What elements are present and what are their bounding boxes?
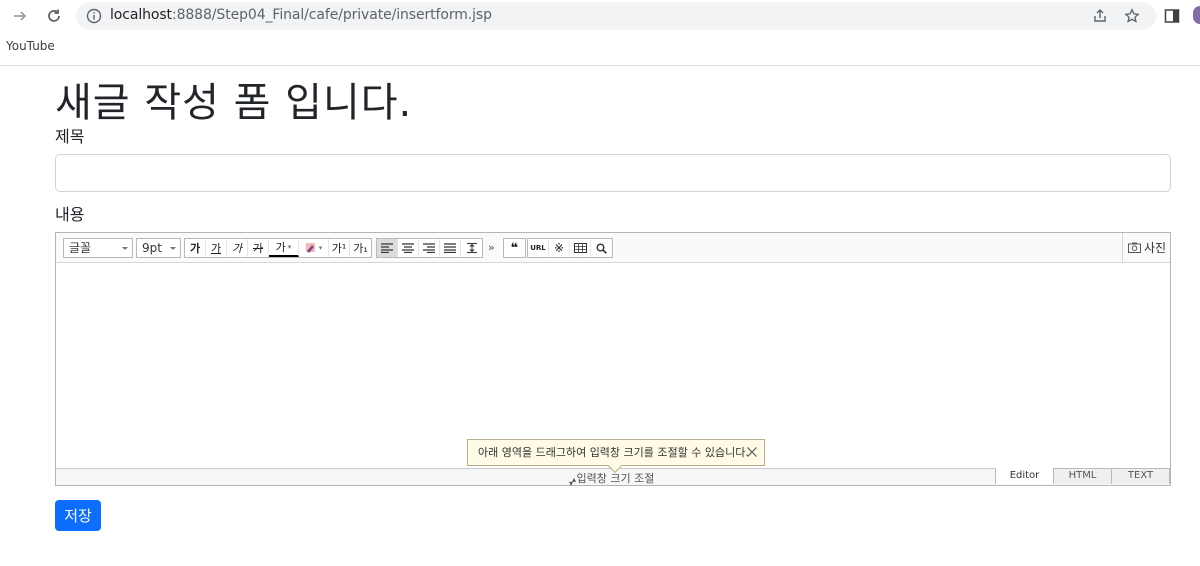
- content-label: 내용: [55, 205, 85, 224]
- tab-html[interactable]: HTML: [1053, 468, 1112, 484]
- photo-upload-button[interactable]: 사진: [1122, 233, 1170, 262]
- smart-editor: 글꼴 9pt 가 가 가 가 가 ▾ ▾ 가¹ 가₁ » ❝ URL ※ 사진 …: [55, 232, 1171, 488]
- editor-toolbar: 글꼴 9pt 가 가 가 가 가 ▾ ▾ 가¹ 가₁ » ❝ URL ※ 사진: [56, 233, 1170, 263]
- camera-icon: [1128, 242, 1141, 253]
- profile-avatar[interactable]: [1193, 6, 1200, 24]
- table-icon[interactable]: [570, 239, 591, 257]
- superscript-button[interactable]: 가¹: [329, 239, 350, 257]
- chevron-down-icon: [122, 247, 128, 250]
- align-right-icon[interactable]: [419, 239, 440, 257]
- browser-toolbar: localhost:8888/Step04_Final/cafe/private…: [0, 0, 1200, 32]
- align-justify-icon[interactable]: [440, 239, 461, 257]
- bold-button[interactable]: 가: [185, 239, 206, 257]
- tab-editor[interactable]: Editor: [995, 468, 1054, 484]
- tab-text[interactable]: TEXT: [1111, 468, 1170, 484]
- close-icon[interactable]: [746, 446, 758, 458]
- resize-label: ▴▾ 입력창 크기 조절: [569, 472, 655, 488]
- align-group: [376, 238, 483, 258]
- chevron-down-icon: [170, 247, 176, 250]
- page-title: 새글 작성 폼 입니다.: [55, 80, 413, 126]
- italic-button[interactable]: 가: [227, 239, 248, 257]
- site-info-icon[interactable]: [86, 8, 102, 24]
- align-center-icon[interactable]: [398, 239, 419, 257]
- subject-label: 제목: [55, 127, 85, 146]
- editor-mode-tabs: Editor HTML TEXT: [995, 468, 1170, 484]
- font-family-select[interactable]: 글꼴: [63, 238, 133, 258]
- forward-icon[interactable]: [8, 4, 32, 28]
- bookmark-youtube[interactable]: YouTube: [6, 39, 55, 53]
- more-tools-button[interactable]: »: [488, 241, 495, 254]
- subject-input[interactable]: [55, 154, 1171, 192]
- line-height-icon[interactable]: [461, 239, 482, 257]
- underline-button[interactable]: 가: [206, 239, 227, 257]
- bookmarks-bar: YouTube: [0, 32, 1200, 66]
- special-char-icon[interactable]: ※: [549, 239, 570, 257]
- insert-group: URL ※: [527, 238, 613, 258]
- address-bar[interactable]: localhost:8888/Step04_Final/cafe/private…: [76, 2, 1156, 30]
- subscript-button[interactable]: 가₁: [350, 239, 371, 257]
- quote-icon[interactable]: ❝: [504, 239, 525, 257]
- bookmark-star-icon[interactable]: [1124, 8, 1140, 24]
- link-url-icon[interactable]: URL: [528, 239, 549, 257]
- text-style-group: 가 가 가 가 가 ▾ ▾ 가¹ 가₁: [184, 238, 372, 258]
- strikethrough-button[interactable]: 가: [248, 239, 269, 257]
- quote-group: ❝: [503, 238, 526, 258]
- content-edit-area[interactable]: [56, 263, 1170, 467]
- search-icon[interactable]: [591, 239, 612, 257]
- highlighter-icon: [305, 243, 315, 253]
- font-color-button[interactable]: 가 ▾: [269, 239, 299, 257]
- resize-tooltip: 아래 영역을 드래그하여 입력창 크기를 조절할 수 있습니다.: [467, 439, 765, 474]
- align-left-icon[interactable]: [377, 239, 398, 257]
- share-icon[interactable]: [1092, 8, 1108, 24]
- highlight-color-button[interactable]: ▾: [299, 239, 329, 257]
- font-size-select[interactable]: 9pt: [136, 238, 181, 258]
- side-panel-icon[interactable]: [1164, 8, 1180, 24]
- reload-icon[interactable]: [42, 4, 66, 28]
- url-text: localhost:8888/Step04_Final/cafe/private…: [110, 7, 492, 23]
- save-button[interactable]: 저장: [55, 500, 101, 531]
